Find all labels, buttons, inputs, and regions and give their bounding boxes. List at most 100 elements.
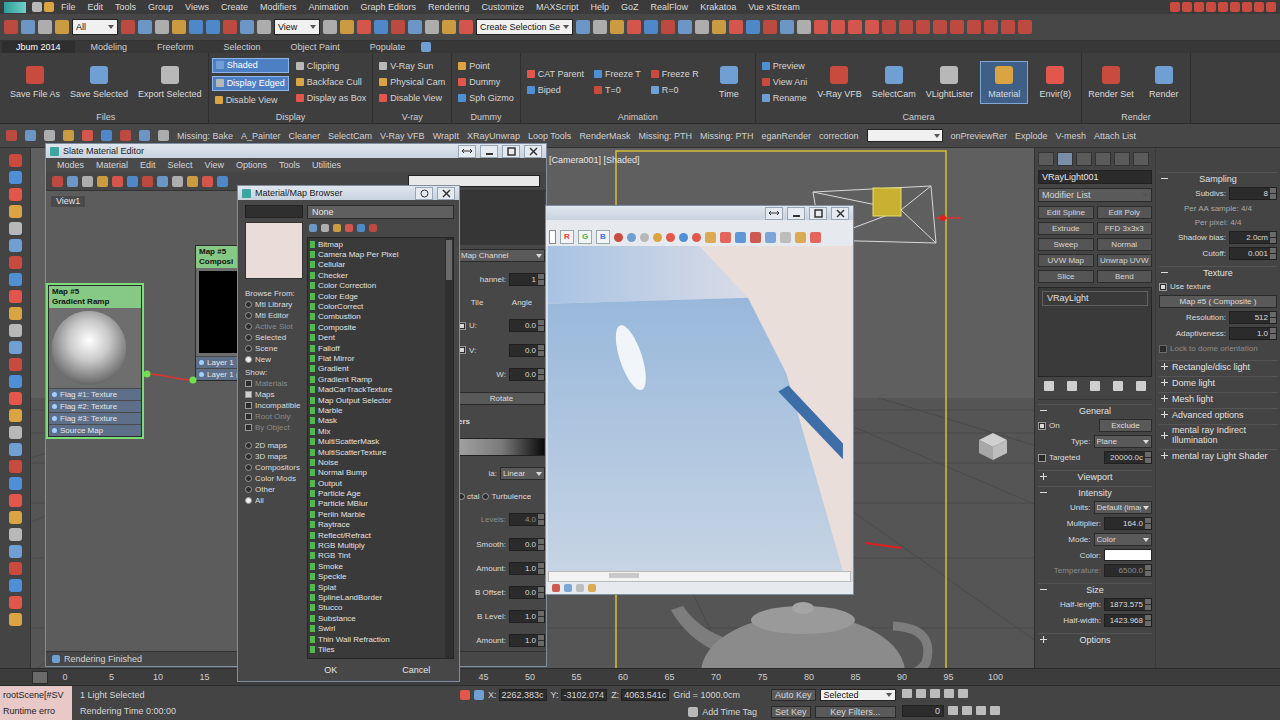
view-mode-icon[interactable]	[309, 224, 317, 232]
stack-tool-icon[interactable]	[1113, 381, 1123, 391]
ribbon-button[interactable]: Render Set	[1085, 62, 1137, 103]
reference-coordinate-dropdown[interactable]: View	[274, 19, 320, 35]
radio-icon[interactable]	[245, 453, 252, 460]
map-list-item[interactable]: RGB Multiply	[310, 540, 443, 550]
maximize-button[interactable]	[502, 145, 520, 158]
minimize-button[interactable]	[480, 145, 498, 158]
render-tool-icon[interactable]	[780, 232, 791, 243]
spinner-arrows-icon[interactable]	[538, 320, 544, 331]
spinner[interactable]: 0.001	[1229, 247, 1277, 260]
selection-set-field[interactable]: Create Selection Se	[476, 19, 573, 35]
modifier-button[interactable]: UVW Map	[1038, 254, 1094, 267]
checkbox[interactable]	[245, 413, 252, 420]
menu-item[interactable]: RealFlow	[646, 2, 694, 12]
ribbon-small-button[interactable]: View Ani	[759, 76, 810, 89]
dropdown-arrow-icon[interactable]	[563, 25, 569, 29]
map-list-item[interactable]: ColorCorrect	[310, 301, 443, 311]
dropdown[interactable]: Color	[1094, 533, 1153, 546]
panel-tab-icon[interactable]	[1076, 152, 1092, 166]
toolbar-button[interactable]: Explode	[1015, 131, 1048, 141]
spinner[interactable]: 4.0	[509, 513, 545, 526]
node-slot[interactable]: Flag #3: Texture	[49, 412, 141, 424]
ribbon-button[interactable]: Envir(8)	[1032, 62, 1078, 103]
expand-icon[interactable]	[1161, 269, 1168, 276]
dialog-button[interactable]: OK	[305, 664, 357, 676]
map-list-item[interactable]: SplineLandBorder	[310, 592, 443, 602]
spinner[interactable]: 20000.0c	[1104, 451, 1152, 464]
toolbar-button[interactable]: Cleaner	[289, 131, 321, 141]
map-list-item[interactable]: Noise	[310, 457, 443, 467]
radio-icon[interactable]	[245, 475, 252, 482]
scrollbar-thumb[interactable]	[609, 573, 639, 578]
ribbon-small-button[interactable]: Biped	[524, 84, 587, 97]
tool-icon[interactable]	[899, 20, 913, 34]
tool-icon[interactable]	[814, 20, 828, 34]
map-list-item[interactable]: RGB Tint	[310, 551, 443, 561]
tool-icon[interactable]	[425, 20, 439, 34]
stack-tool-icon[interactable]	[1044, 381, 1054, 391]
tool-icon[interactable]	[916, 20, 930, 34]
color-swatch[interactable]	[1104, 549, 1152, 561]
map-list-item[interactable]: Map Output Selector	[310, 395, 443, 405]
expand-icon[interactable]	[1161, 411, 1168, 418]
render-tool-icon[interactable]	[640, 233, 649, 242]
map-list-item[interactable]: Particle Age	[310, 488, 443, 498]
socket-icon[interactable]	[199, 372, 204, 377]
render-tool-icon[interactable]	[765, 232, 776, 243]
tool-icon[interactable]	[206, 20, 220, 34]
tool-icon[interactable]	[357, 20, 371, 34]
expand-icon[interactable]	[1161, 363, 1168, 370]
browse-from-option[interactable]: Scene	[245, 343, 303, 353]
map-list-item[interactable]: Perlin Marble	[310, 509, 443, 519]
playback-icon[interactable]	[944, 689, 954, 698]
map-list-item[interactable]: Speckle	[310, 572, 443, 582]
map-list-item[interactable]: Tiles	[310, 644, 443, 654]
tool-icon[interactable]	[593, 20, 607, 34]
category-option[interactable]: Color Mods	[245, 473, 303, 483]
node-slot[interactable]: Source Map	[49, 424, 141, 436]
tool-icon[interactable]	[55, 20, 69, 34]
tool-icon[interactable]	[25, 130, 36, 141]
scrollbar-thumb[interactable]	[446, 240, 452, 280]
tool-icon[interactable]	[187, 176, 198, 187]
tool-icon[interactable]	[661, 20, 675, 34]
box-object[interactable]	[979, 433, 1007, 460]
radio-icon[interactable]	[245, 486, 252, 493]
spinner-arrows-icon[interactable]	[538, 345, 544, 356]
toolbar-dropdown[interactable]	[867, 129, 943, 142]
category-option[interactable]: 2D maps	[245, 440, 303, 450]
tool-icon[interactable]	[9, 154, 22, 167]
tool-icon[interactable]	[1218, 2, 1228, 12]
tool-icon[interactable]	[1018, 20, 1032, 34]
time-tag-icon[interactable]	[688, 707, 698, 717]
ribbon-tab[interactable]: Jbum 2014	[2, 41, 75, 53]
tool-icon[interactable]	[142, 176, 153, 187]
tool-icon[interactable]	[189, 20, 203, 34]
tool-icon[interactable]	[610, 20, 624, 34]
tool-icon[interactable]	[4, 20, 18, 34]
radio-option[interactable]: Turbulence	[482, 492, 531, 501]
key-mode-dropdown[interactable]: Selected	[820, 689, 896, 701]
rollout-header[interactable]: Options	[1038, 633, 1152, 645]
map-list-item[interactable]: Checker	[310, 270, 443, 280]
map-list-item[interactable]: Swirl	[310, 623, 443, 633]
ribbon-button[interactable]: Render	[1141, 62, 1187, 103]
menu-item[interactable]: Edit	[135, 160, 161, 170]
spinner[interactable]: 1423.968	[1104, 614, 1152, 627]
menu-item[interactable]: Create	[216, 2, 253, 12]
tool-icon[interactable]	[644, 20, 658, 34]
spinner[interactable]: 1873.575	[1104, 598, 1152, 611]
tool-icon[interactable]	[950, 20, 964, 34]
checkbox[interactable]	[1038, 422, 1046, 430]
expand-icon[interactable]	[1161, 379, 1168, 386]
tool-icon[interactable]	[712, 20, 726, 34]
spinner-arrows-icon[interactable]	[1145, 565, 1151, 576]
toolbar-button[interactable]: XRayUnwrap	[467, 131, 520, 141]
tool-icon[interactable]	[627, 20, 641, 34]
tool-icon[interactable]	[9, 358, 22, 371]
toolbar-button[interactable]: RenderMask	[579, 131, 630, 141]
tool-icon[interactable]	[139, 130, 150, 141]
node-slot[interactable]: Flag #2: Texture	[49, 400, 141, 412]
spinner[interactable]: 1.0	[509, 610, 545, 623]
menu-item[interactable]: Customize	[477, 2, 530, 12]
